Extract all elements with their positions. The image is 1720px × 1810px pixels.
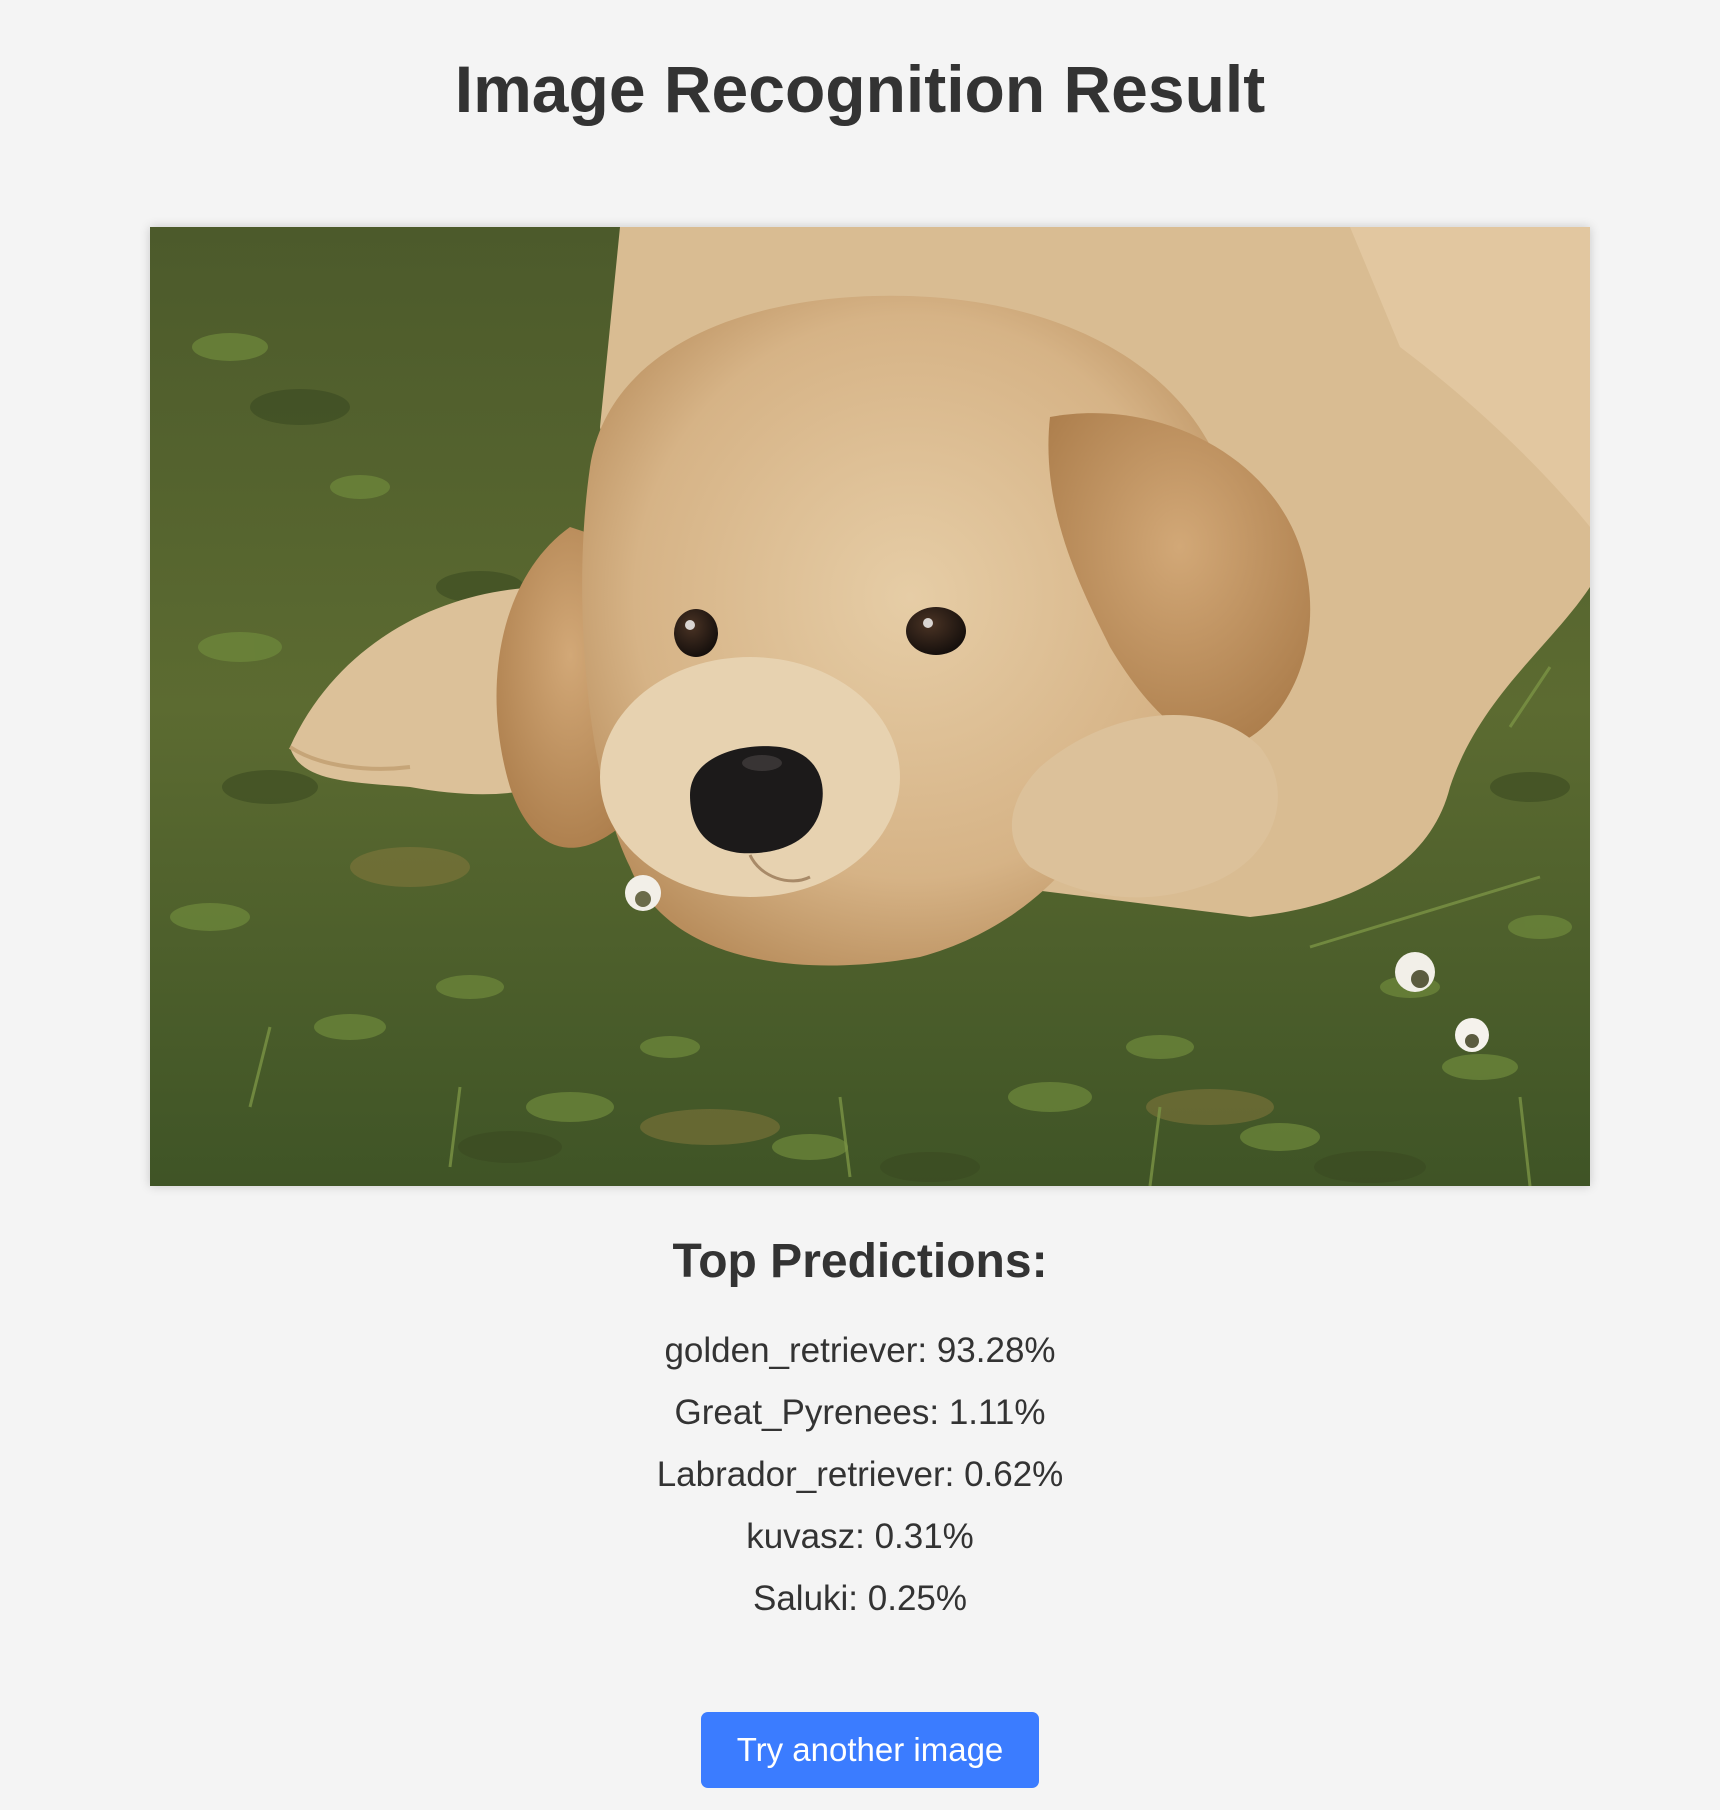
prediction-item: Labrador_retriever: 0.62% <box>656 1455 1064 1494</box>
uploaded-image <box>150 227 1590 1186</box>
prediction-item: kuvasz: 0.31% <box>746 1517 974 1556</box>
page-title: Image Recognition Result <box>454 52 1266 126</box>
prediction-item: Great_Pyrenees: 1.11% <box>674 1393 1046 1432</box>
prediction-item: Saluki: 0.25% <box>752 1579 968 1618</box>
try-another-image-button[interactable]: Try another image <box>701 1712 1039 1788</box>
predictions-heading: Top Predictions: <box>672 1235 1048 1288</box>
predictions-list: golden_retriever: 93.28% Great_Pyrenees:… <box>0 1320 1720 1630</box>
prediction-item: golden_retriever: 93.28% <box>664 1331 1056 1370</box>
